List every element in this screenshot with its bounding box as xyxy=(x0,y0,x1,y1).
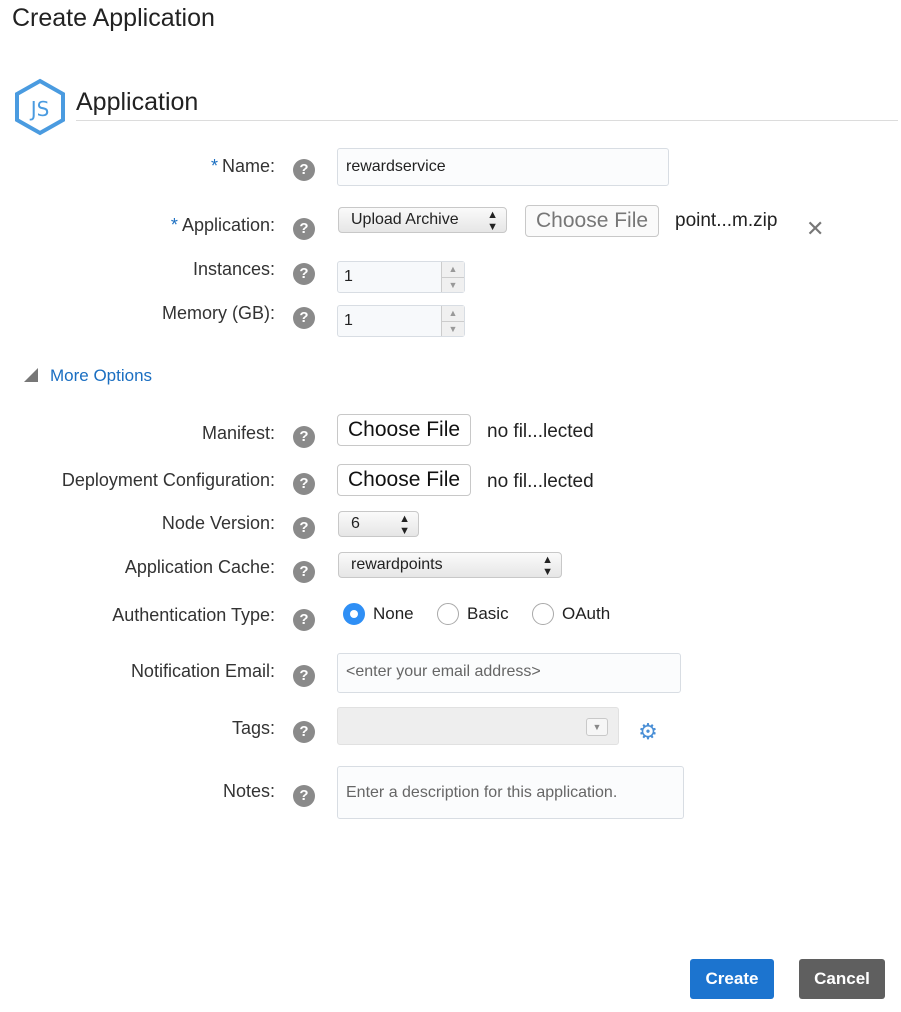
auth-oauth-label: OAuth xyxy=(562,604,611,623)
decrement-icon[interactable]: ▼ xyxy=(442,278,464,293)
decrement-icon[interactable]: ▼ xyxy=(442,322,464,337)
help-icon[interactable]: ? xyxy=(293,426,315,448)
application-file-name: point...m.zip xyxy=(675,210,778,231)
instances-stepper[interactable]: 1 ▲ ▼ xyxy=(337,261,465,293)
section-divider xyxy=(76,120,898,121)
increment-icon[interactable]: ▲ xyxy=(442,306,464,322)
help-icon[interactable]: ? xyxy=(293,159,315,181)
required-marker: * xyxy=(170,215,178,235)
memory-stepper[interactable]: 1 ▲ ▼ xyxy=(337,305,465,337)
application-cache-label: Application Cache: xyxy=(124,557,275,577)
more-options-toggle[interactable]: More Options xyxy=(24,366,152,386)
increment-icon[interactable]: ▲ xyxy=(442,262,464,278)
close-icon[interactable]: ✕ xyxy=(806,216,824,242)
logo-text: JS xyxy=(29,97,50,121)
help-icon[interactable]: ? xyxy=(293,473,315,495)
chevron-down-icon[interactable]: ▼ xyxy=(586,718,608,736)
nodejs-logo-icon: JS xyxy=(15,78,65,136)
help-icon[interactable]: ? xyxy=(293,721,315,743)
name-input[interactable]: rewardservice xyxy=(337,148,669,186)
section-title: Application xyxy=(76,88,199,116)
help-icon[interactable]: ? xyxy=(293,785,315,807)
instances-label: Instances: xyxy=(192,259,275,279)
help-icon[interactable]: ? xyxy=(293,517,315,539)
help-icon[interactable]: ? xyxy=(293,263,315,285)
node-version-label: Node Version: xyxy=(161,513,275,533)
deployment-config-label: Deployment Configuration: xyxy=(61,470,275,490)
auth-basic-radio[interactable] xyxy=(437,603,459,625)
page-title: Create Application xyxy=(12,4,215,32)
node-version-select[interactable]: 6 ▲ ▼ xyxy=(338,511,419,537)
required-marker: * xyxy=(210,156,218,176)
chevron-updown-icon: ▲ ▼ xyxy=(542,554,553,578)
manifest-file-status: no fil...lected xyxy=(487,421,594,442)
help-icon[interactable]: ? xyxy=(293,561,315,583)
application-cache-select[interactable]: rewardpoints ▲ ▼ xyxy=(338,552,562,578)
triangle-icon xyxy=(24,368,38,382)
cancel-button[interactable]: Cancel xyxy=(799,959,885,999)
help-icon[interactable]: ? xyxy=(293,307,315,329)
tags-select[interactable]: ▼ xyxy=(337,707,619,745)
help-icon[interactable]: ? xyxy=(293,218,315,240)
chevron-updown-icon: ▲ ▼ xyxy=(487,209,498,233)
notes-textarea[interactable]: Enter a description for this application… xyxy=(337,766,684,819)
notification-email-label: Notification Email: xyxy=(130,661,275,681)
create-button[interactable]: Create xyxy=(690,959,774,999)
notes-label: Notes: xyxy=(222,781,275,801)
deployment-file-status: no fil...lected xyxy=(487,471,594,492)
name-label: * Name: xyxy=(210,156,275,176)
deployment-choose-file-button[interactable]: Choose File xyxy=(337,464,472,496)
memory-label: Memory (GB): xyxy=(161,303,275,323)
manifest-choose-file-button[interactable]: Choose File xyxy=(337,414,472,446)
notification-email-input[interactable]: <enter your email address> xyxy=(337,653,681,693)
application-choose-file-button[interactable]: Choose File xyxy=(525,205,660,237)
help-icon[interactable]: ? xyxy=(293,665,315,687)
application-label: * Application: xyxy=(170,215,275,235)
auth-oauth-radio[interactable] xyxy=(532,603,554,625)
help-icon[interactable]: ? xyxy=(293,609,315,631)
auth-none-label: None xyxy=(373,604,414,623)
auth-none-radio[interactable] xyxy=(343,603,365,625)
manifest-label: Manifest: xyxy=(201,423,275,443)
auth-type-label: Authentication Type: xyxy=(112,605,275,625)
application-source-select[interactable]: Upload Archive ▲ ▼ xyxy=(338,207,507,233)
gear-icon[interactable]: ⚙ xyxy=(636,720,660,744)
chevron-updown-icon: ▲ ▼ xyxy=(399,513,410,537)
tags-label: Tags: xyxy=(231,718,275,738)
auth-basic-label: Basic xyxy=(467,604,509,623)
